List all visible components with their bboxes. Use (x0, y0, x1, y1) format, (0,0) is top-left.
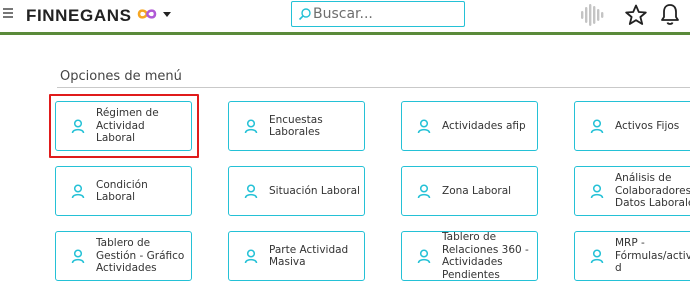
menu-option-label: Condición Laboral (96, 178, 148, 204)
menu-option-card[interactable]: Actividades afip (401, 101, 538, 151)
star-icon[interactable] (624, 3, 648, 27)
bell-icon[interactable] (659, 3, 681, 27)
menu-option-label: MRP - Fórmulas/activi d (615, 237, 690, 275)
menu-option-label: Régimen de Actividad Laboral (96, 107, 159, 145)
user-icon (244, 249, 258, 264)
menu-option-card[interactable]: Tablero de Gestión - Gráfico Actividades (55, 231, 192, 281)
user-icon (71, 119, 85, 134)
app-logo[interactable]: FINNEGANS (26, 6, 132, 26)
logo-dropdown-caret-icon[interactable] (163, 12, 171, 17)
top-bar: FINNEGANS (0, 0, 690, 32)
infinity-logo-icon (137, 9, 157, 19)
search-input[interactable] (313, 5, 458, 23)
user-icon (590, 184, 604, 199)
user-icon (417, 249, 431, 264)
user-icon (417, 119, 431, 134)
menu-option-card[interactable]: Régimen de Actividad Laboral (55, 101, 192, 151)
hamburger-icon[interactable] (3, 8, 13, 18)
menu-option-label: Análisis de Colaboradores e Datos Labora… (615, 172, 690, 210)
menu-option-card[interactable]: Parte Actividad Masiva (228, 231, 365, 281)
menu-option-card[interactable]: Activos Fijos (574, 101, 690, 151)
menu-option-label: Zona Laboral (442, 184, 512, 197)
menu-option-card[interactable]: Encuestas Laborales (228, 101, 365, 151)
user-icon (590, 249, 604, 264)
menu-option-label: Situación Laboral (269, 184, 360, 197)
user-icon (590, 119, 604, 134)
search-icon (298, 8, 311, 21)
menu-option-label: Activos Fijos (615, 119, 680, 132)
section-divider (57, 87, 690, 88)
menu-option-card[interactable]: Situación Laboral (228, 166, 365, 216)
menu-option-label: Actividades afip (442, 119, 526, 132)
header-divider (0, 32, 690, 35)
user-icon (71, 184, 85, 199)
voice-wave-icon[interactable] (578, 2, 606, 28)
user-icon (417, 184, 431, 199)
menu-option-label: Tablero de Gestión - Gráfico Actividades (96, 237, 185, 275)
menu-option-card[interactable]: Tablero de Relaciones 360 - Actividades … (401, 231, 538, 281)
menu-option-label: Tablero de Relaciones 360 - Actividades … (442, 232, 529, 280)
menu-option-card[interactable]: MRP - Fórmulas/activi d (574, 231, 690, 281)
user-icon (244, 184, 258, 199)
menu-option-card[interactable]: Zona Laboral (401, 166, 538, 216)
menu-option-label: Encuestas Laborales (269, 113, 323, 139)
search-box[interactable] (291, 1, 465, 27)
menu-option-card[interactable]: Análisis de Colaboradores e Datos Labora… (574, 166, 690, 216)
menu-option-card[interactable]: Condición Laboral (55, 166, 192, 216)
section-title: Opciones de menú (60, 69, 182, 84)
menu-option-label: Parte Actividad Masiva (269, 243, 349, 269)
user-icon (244, 119, 258, 134)
user-icon (71, 249, 85, 264)
